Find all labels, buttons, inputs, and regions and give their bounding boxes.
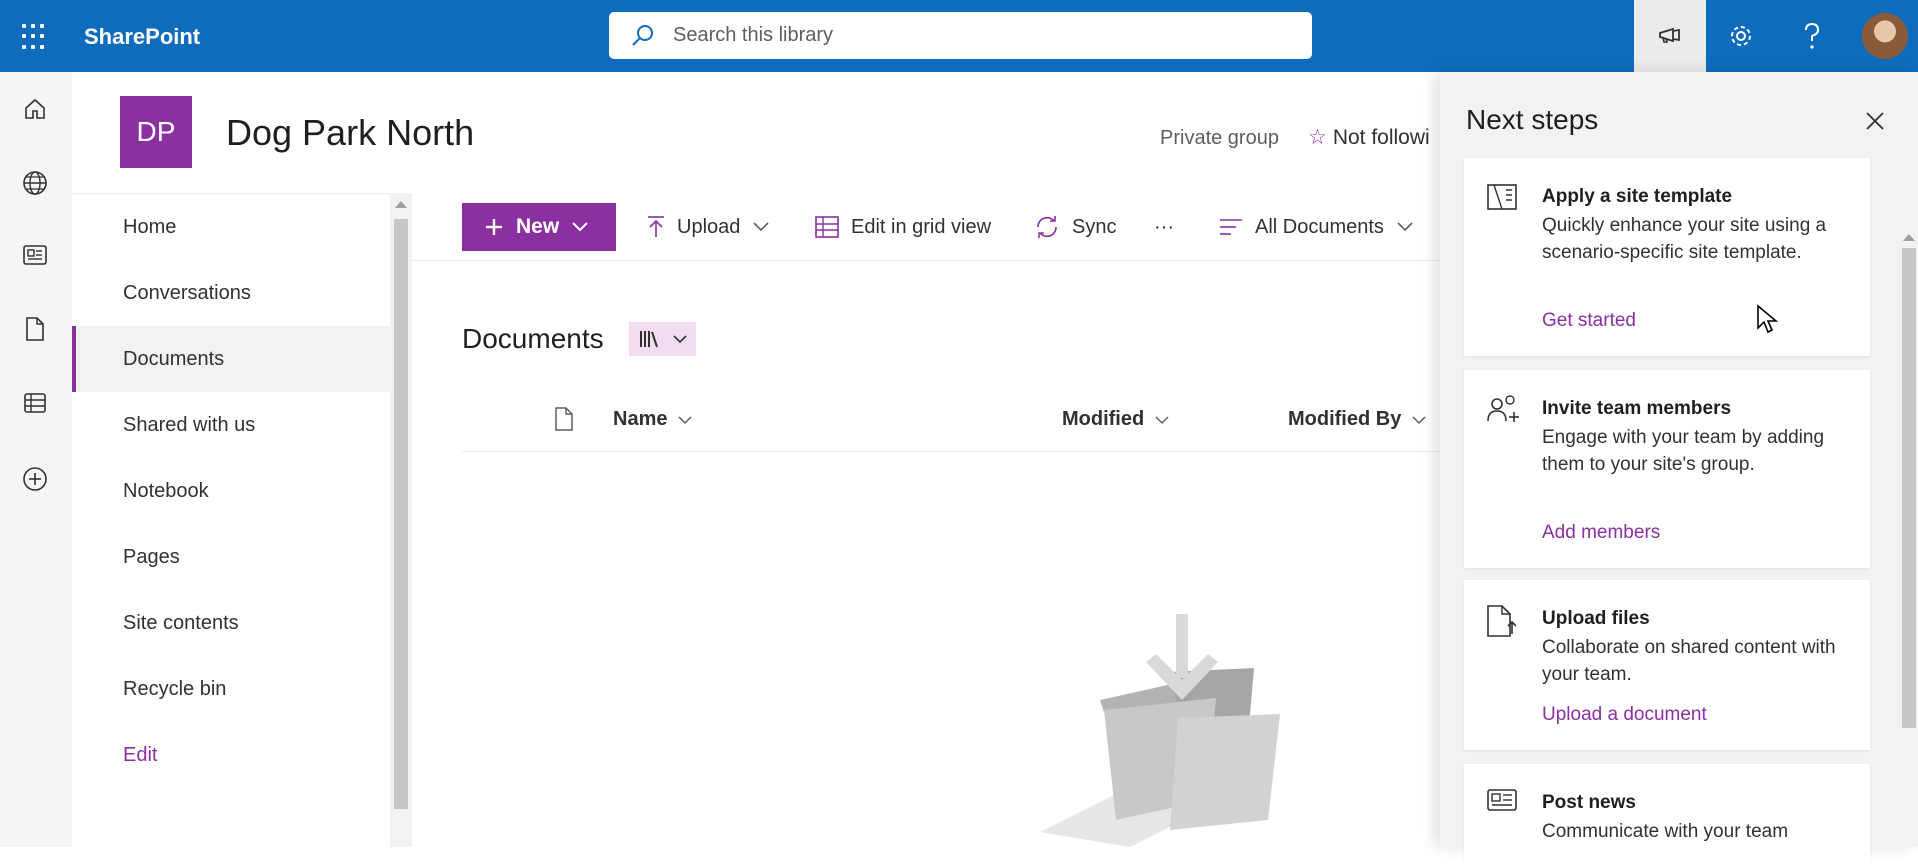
chevron-down-icon — [672, 335, 687, 344]
nav-edit-link[interactable]: Edit — [72, 722, 390, 788]
next-step-card[interactable]: Invite team members Engage with your tea… — [1464, 370, 1870, 568]
more-commands-button[interactable]: ··· — [1154, 207, 1174, 247]
empty-folder-illustration — [1040, 614, 1280, 847]
gear-icon[interactable] — [1705, 0, 1777, 72]
card-title: Upload files — [1542, 608, 1650, 629]
nav-item-recycle-bin[interactable]: Recycle bin — [72, 656, 390, 722]
nav-item-conversations[interactable]: Conversations — [72, 260, 390, 326]
chevron-down-icon — [572, 222, 588, 232]
megaphone-icon[interactable] — [1634, 0, 1706, 72]
new-button[interactable]: New — [462, 203, 616, 251]
nav-item-documents[interactable]: Documents — [72, 326, 390, 392]
column-modified-label: Modified — [1062, 408, 1145, 430]
chevron-down-icon — [1397, 222, 1413, 232]
column-name-label: Name — [613, 408, 668, 430]
chevron-down-icon — [753, 222, 769, 232]
library-icon — [639, 331, 658, 348]
home-icon[interactable] — [16, 90, 54, 128]
template-icon — [1487, 184, 1517, 210]
library-options-button[interactable] — [629, 322, 696, 356]
chevron-down-icon — [1412, 415, 1426, 424]
card-description: Collaborate on shared content with your … — [1542, 637, 1836, 685]
help-icon[interactable] — [1776, 0, 1848, 72]
list-icon[interactable] — [16, 384, 54, 422]
chevron-down-icon — [678, 415, 693, 424]
chevron-down-icon — [1155, 415, 1169, 424]
search-input[interactable] — [673, 12, 1273, 59]
search-icon — [632, 25, 653, 46]
plus-icon — [486, 219, 502, 235]
scroll-up-icon[interactable] — [395, 201, 407, 208]
app-launcher-icon[interactable] — [22, 24, 48, 50]
sync-button[interactable]: Sync — [1034, 207, 1116, 247]
search-box[interactable] — [609, 12, 1312, 59]
view-selector-label: All Documents — [1255, 215, 1384, 238]
card-title: Invite team members — [1542, 398, 1732, 419]
panel-scrollbar[interactable] — [1898, 152, 1918, 847]
new-button-label: New — [516, 215, 560, 238]
mouse-cursor-icon — [1757, 304, 1778, 334]
upload-button[interactable]: Upload — [647, 207, 770, 247]
command-bar: New Upload Edit in grid view Sync ··· Al… — [412, 193, 1442, 261]
app-name[interactable]: SharePoint — [84, 24, 200, 50]
library-title: Documents — [462, 323, 604, 354]
scrollbar-thumb[interactable] — [394, 219, 408, 809]
card-description: Communicate with your team — [1542, 821, 1789, 842]
column-modified-by[interactable]: Modified By — [1288, 408, 1427, 431]
column-headers: Name Modified Modified By — [462, 396, 1442, 452]
nav-item-site-contents[interactable]: Site contents — [72, 590, 390, 656]
edit-grid-view-label: Edit in grid view — [851, 215, 992, 238]
close-icon[interactable] — [1860, 106, 1890, 136]
add-icon[interactable] — [16, 460, 54, 498]
upload-icon — [648, 216, 664, 237]
get-started-link[interactable]: Get started — [1542, 310, 1636, 332]
next-steps-panel: Next steps Apply a site template Quickly… — [1440, 72, 1918, 864]
upload-file-icon — [1487, 605, 1516, 637]
column-name[interactable]: Name — [613, 408, 693, 431]
nav-scrollbar[interactable] — [390, 193, 412, 847]
follow-label: Not followi — [1332, 126, 1430, 149]
app-rail — [0, 72, 72, 847]
nav-item-notebook[interactable]: Notebook — [72, 458, 390, 524]
site-navigation: Home Conversations Documents Shared with… — [72, 193, 390, 847]
card-title: Post news — [1542, 792, 1636, 813]
scroll-up-icon[interactable] — [1903, 234, 1915, 241]
upload-document-link[interactable]: Upload a document — [1542, 704, 1707, 726]
upload-label: Upload — [677, 215, 741, 238]
file-icon[interactable] — [16, 310, 54, 348]
nav-item-pages[interactable]: Pages — [72, 524, 390, 590]
people-add-icon — [1487, 395, 1519, 422]
file-type-icon[interactable] — [554, 406, 574, 432]
follow-button[interactable]: ☆ Not followi — [1308, 125, 1430, 150]
news-icon[interactable] — [16, 236, 54, 274]
column-modified[interactable]: Modified — [1062, 408, 1170, 431]
nav-item-shared-with-us[interactable]: Shared with us — [72, 392, 390, 458]
sync-label: Sync — [1072, 215, 1117, 238]
suite-bar: SharePoint — [0, 0, 1918, 72]
panel-title: Next steps — [1466, 104, 1599, 135]
globe-icon[interactable] — [16, 164, 54, 202]
view-selector[interactable]: All Documents — [1219, 207, 1414, 247]
card-title: Apply a site template — [1542, 186, 1733, 207]
column-modified-by-label: Modified By — [1288, 408, 1402, 430]
edit-grid-view-button[interactable]: Edit in grid view — [815, 207, 991, 247]
next-step-card[interactable]: Upload files Collaborate on shared conte… — [1464, 580, 1870, 750]
view-list-icon — [1220, 219, 1242, 235]
avatar[interactable] — [1862, 13, 1908, 59]
grid-icon — [815, 216, 839, 238]
scrollbar-thumb[interactable] — [1902, 248, 1916, 728]
card-description: Engage with your team by adding them to … — [1542, 427, 1825, 475]
sync-icon — [1037, 216, 1057, 238]
site-title[interactable]: Dog Park North — [226, 112, 474, 154]
news-icon — [1487, 789, 1517, 811]
star-icon: ☆ — [1308, 126, 1327, 149]
group-type-label: Private group — [1160, 127, 1279, 149]
nav-item-home[interactable]: Home — [72, 194, 390, 260]
next-step-card[interactable]: Apply a site template Quickly enhance yo… — [1464, 158, 1870, 356]
site-logo[interactable]: DP — [120, 96, 192, 168]
next-step-card[interactable]: Post news Communicate with your team — [1464, 764, 1870, 864]
card-description: Quickly enhance your site using a scenar… — [1542, 215, 1827, 263]
add-members-link[interactable]: Add members — [1542, 522, 1660, 544]
